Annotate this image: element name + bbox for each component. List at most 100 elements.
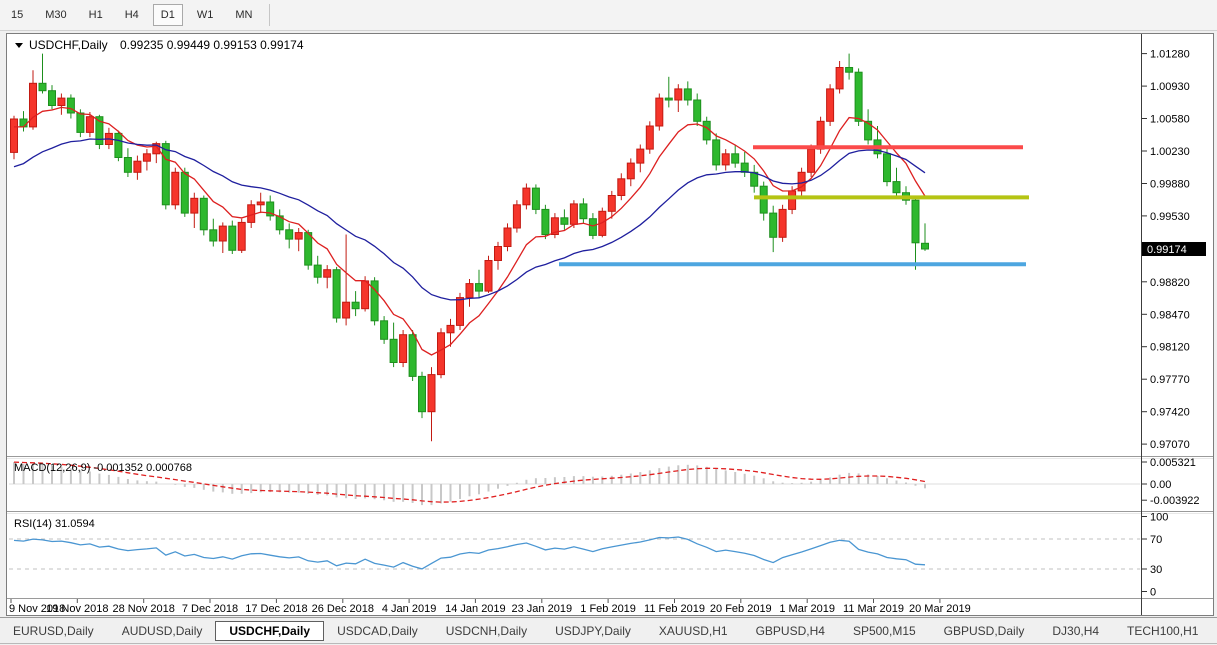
candle xyxy=(333,270,340,318)
time-axis-label: 1 Mar 2019 xyxy=(779,603,835,615)
candle xyxy=(115,133,122,157)
price-axis-label: 0.98120 xyxy=(1150,342,1190,354)
candle xyxy=(542,209,549,234)
candle xyxy=(324,270,331,278)
macd-axis-label: 0.00 xyxy=(1150,479,1171,491)
price-axis-label: 0.97770 xyxy=(1150,374,1190,386)
candle xyxy=(39,83,46,90)
time-axis-label: 11 Feb 2019 xyxy=(644,603,705,615)
tab-audusd-daily[interactable]: AUDUSD,Daily xyxy=(109,621,216,641)
candle xyxy=(238,222,245,250)
macd-axis-label: -0.003922 xyxy=(1150,495,1200,507)
price-axis-label: 1.00230 xyxy=(1150,146,1190,158)
time-axis-label: 1 Feb 2019 xyxy=(580,603,636,615)
candle xyxy=(191,198,198,213)
tab-sp500-m15[interactable]: SP500,M15 xyxy=(840,621,929,641)
price-axis-label: 0.98470 xyxy=(1150,309,1190,321)
price-axis[interactable]: 1.012801.009301.005801.002300.998800.995… xyxy=(1142,49,1200,599)
timeframe-button-h4[interactable]: H4 xyxy=(117,4,147,26)
panel-frame xyxy=(7,34,1213,615)
chart-canvas: 1.012801.009301.005801.002300.998800.995… xyxy=(7,34,1213,615)
tab-usdcnh-daily[interactable]: USDCNH,Daily xyxy=(433,621,540,641)
current-price-badge: 0.99174 xyxy=(1142,242,1206,256)
candle xyxy=(836,68,843,89)
timeframe-button-w1[interactable]: W1 xyxy=(189,4,222,26)
candle xyxy=(286,230,293,239)
candle xyxy=(438,333,445,375)
timeframe-button-m30[interactable]: M30 xyxy=(37,4,74,26)
candle xyxy=(884,154,891,182)
candle xyxy=(219,226,226,241)
timeframe-button-15[interactable]: 15 xyxy=(3,4,31,26)
one-click-trading-icon[interactable] xyxy=(15,43,23,48)
time-axis-label: 20 Feb 2019 xyxy=(710,603,772,615)
candle xyxy=(922,243,929,249)
candle xyxy=(400,335,407,363)
time-axis-label: 26 Dec 2018 xyxy=(312,603,374,615)
time-axis-label: 11 Mar 2019 xyxy=(843,603,904,615)
chart-title: USDCHF,Daily 0.99235 0.99449 0.99153 0.9… xyxy=(15,38,304,52)
candle xyxy=(646,126,653,149)
tab-usdchf-daily[interactable]: USDCHF,Daily xyxy=(215,621,324,641)
candle xyxy=(561,218,568,225)
candle xyxy=(200,198,207,230)
tab-usdcad-daily[interactable]: USDCAD,Daily xyxy=(324,621,431,641)
candle xyxy=(846,68,853,73)
candle xyxy=(893,182,900,193)
tab-ui[interactable]: UI xyxy=(1213,621,1217,641)
candle xyxy=(513,205,520,228)
time-axis-label: 20 Mar 2019 xyxy=(909,603,971,615)
candle xyxy=(532,188,539,209)
time-axis-label: 17 Dec 2018 xyxy=(245,603,307,615)
rsi-axis-label: 100 xyxy=(1150,512,1168,524)
candle xyxy=(627,163,634,179)
candle xyxy=(694,100,701,121)
price-badge-value: 0.99174 xyxy=(1147,244,1187,256)
candle xyxy=(409,335,416,377)
candle xyxy=(760,186,767,213)
candle xyxy=(428,375,435,412)
candle xyxy=(58,98,65,105)
candle xyxy=(352,302,359,309)
price-axis-label: 0.97420 xyxy=(1150,407,1190,419)
timeframe-button-mn[interactable]: MN xyxy=(227,4,260,26)
candle xyxy=(817,121,824,149)
tab-eurusd-daily[interactable]: EURUSD,Daily xyxy=(0,621,107,641)
tab-xauusd-h1[interactable]: XAUUSD,H1 xyxy=(646,621,741,641)
candle xyxy=(637,149,644,163)
rsi-axis-label: 30 xyxy=(1150,564,1162,576)
rsi-axis-label: 0 xyxy=(1150,587,1156,599)
ma-slow-line xyxy=(14,139,925,300)
macd-axis-label: 0.005321 xyxy=(1150,457,1196,469)
candle xyxy=(656,98,663,126)
candle xyxy=(722,154,729,165)
tab-gbpusd-h4[interactable]: GBPUSD,H4 xyxy=(743,621,838,641)
rsi-panel xyxy=(9,537,1140,569)
rsi-axis-label: 70 xyxy=(1150,534,1162,546)
candle xyxy=(210,230,217,241)
macd-indicator-label: MACD(12,26,9) -0.001352 0.000768 xyxy=(14,462,192,474)
candle xyxy=(665,98,672,100)
candle xyxy=(257,202,264,205)
chart-title-symbol: USDCHF,Daily xyxy=(29,38,108,52)
candle xyxy=(295,233,302,240)
tab-dj30-h4[interactable]: DJ30,H4 xyxy=(1039,621,1112,641)
tab-gbpusd-daily[interactable]: GBPUSD,Daily xyxy=(931,621,1038,641)
candle xyxy=(741,163,748,172)
candle xyxy=(20,119,27,127)
tab-tech100-h1[interactable]: TECH100,H1 xyxy=(1114,621,1211,641)
candle xyxy=(570,204,577,224)
time-axis-label: 4 Jan 2019 xyxy=(382,603,436,615)
candle xyxy=(855,72,862,121)
candle xyxy=(229,226,236,250)
timeframe-button-d1[interactable]: D1 xyxy=(153,4,183,26)
time-axis[interactable]: 9 Nov 201819 Nov 201828 Nov 20187 Dec 20… xyxy=(9,599,971,615)
candle xyxy=(675,89,682,100)
timeframe-button-h1[interactable]: H1 xyxy=(81,4,111,26)
tab-usdjpy-daily[interactable]: USDJPY,Daily xyxy=(542,621,644,641)
candle xyxy=(314,265,321,277)
candle xyxy=(713,140,720,165)
candle xyxy=(390,339,397,362)
candle xyxy=(124,158,131,173)
candle xyxy=(779,209,786,237)
